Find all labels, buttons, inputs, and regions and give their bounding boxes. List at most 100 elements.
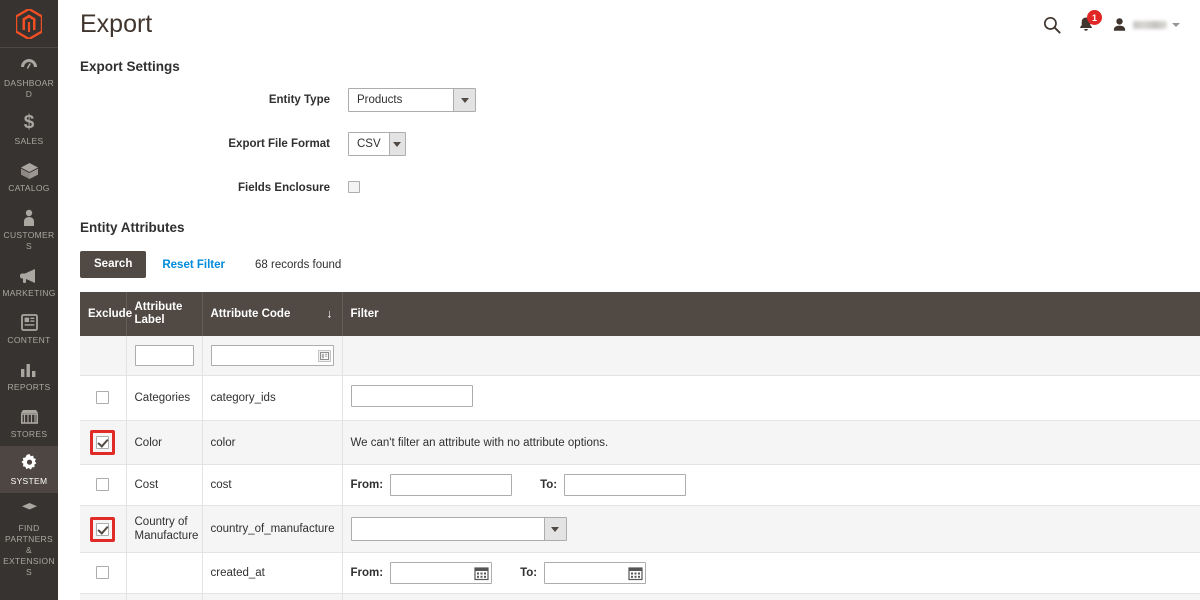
field-fields-enclosure: Fields Enclosure <box>80 176 1180 200</box>
fields-enclosure-checkbox[interactable] <box>348 181 360 193</box>
box-icon <box>2 159 56 181</box>
attribute-label-cell: Categories <box>126 375 203 421</box>
bar-chart-icon <box>2 358 56 380</box>
exclude-cell <box>80 552 127 594</box>
person-icon <box>2 206 56 228</box>
exclude-checkbox-highlight <box>90 516 116 542</box>
exclude-checkbox[interactable] <box>96 522 110 536</box>
attribute-code-cell: created_at <box>202 552 343 594</box>
user-avatar-icon <box>1113 17 1126 31</box>
to-input[interactable] <box>564 474 687 496</box>
column-header-attribute-label[interactable]: Attribute Label <box>126 292 203 336</box>
exclude-cell <box>80 593 127 600</box>
page-content: Export Settings Entity Type Products Exp… <box>58 59 1200 600</box>
sidebar-item-label: DASHBOARD <box>3 78 55 99</box>
sidebar-item-label: STORES <box>10 429 48 439</box>
calendar-icon[interactable] <box>474 566 489 581</box>
sidebar-item-label: CONTENT <box>7 335 51 345</box>
table-row: Categories category_ids <box>80 375 1200 421</box>
sidebar-item-catalog[interactable]: CATALOG <box>0 153 58 200</box>
store-icon <box>2 405 56 427</box>
exclude-checkbox-highlight <box>90 430 116 455</box>
sidebar-item-label: CATALOG <box>8 183 50 193</box>
sidebar-item-label: CUSTOMERS <box>3 230 55 251</box>
user-name <box>1133 21 1167 29</box>
table-row: New Theme custom_design -- Not Selected … <box>80 593 1200 600</box>
sort-ascending-icon: ↓ <box>326 306 333 321</box>
filter-cell: We can't filter an attribute with no att… <box>342 420 1200 465</box>
entity-attributes-title: Entity Attributes <box>80 220 185 235</box>
column-header-exclude[interactable]: Exclude <box>80 292 132 336</box>
user-menu[interactable] <box>1111 17 1180 34</box>
reset-filter-link[interactable]: Reset Filter <box>162 259 225 271</box>
sidebar-item-sales[interactable]: $ SALES <box>0 106 58 153</box>
attribute-label-cell: Color <box>126 420 203 465</box>
export-settings-form: Entity Type Products Export File Format … <box>80 88 1180 200</box>
calendar-icon[interactable] <box>628 566 643 581</box>
field-export-file-format: Export File Format CSV <box>80 132 1180 156</box>
sidebar-item-find-partners-extensions[interactable]: FIND PARTNERS & EXTENSIONS <box>0 493 58 584</box>
table-body: Categories category_ids Color color We c… <box>80 336 1200 600</box>
chevron-down-icon <box>1172 23 1180 27</box>
export-settings-title: Export Settings <box>80 59 180 74</box>
search-button[interactable]: Search <box>80 251 147 278</box>
attribute-label-cell: Cost <box>126 464 203 506</box>
extensions-icon <box>2 499 56 521</box>
page-title: Export <box>80 10 153 38</box>
attribute-code-cell: country_of_manufacture <box>202 505 343 553</box>
chevron-down-icon <box>388 133 405 155</box>
sidebar-item-stores[interactable]: STORES <box>0 399 58 446</box>
sidebar-item-dashboard[interactable]: DASHBOARD <box>0 48 58 106</box>
search-icon[interactable] <box>1043 16 1061 34</box>
megaphone-icon <box>2 264 56 286</box>
attribute-code-cell: cost <box>202 464 343 506</box>
sidebar-item-label: REPORTS <box>7 382 51 392</box>
exclude-checkbox[interactable] <box>96 391 110 405</box>
table-row: Country of Manufacture country_of_manufa… <box>80 505 1200 553</box>
notifications-button[interactable]: 1 <box>1077 10 1102 34</box>
field-entity-type: Entity Type Products <box>80 88 1180 112</box>
grid-actions: Search Reset Filter 68 records found <box>80 251 1180 278</box>
fields-enclosure-label: Fields Enclosure <box>237 182 330 194</box>
exclude-cell <box>80 420 127 465</box>
sidebar-item-reports[interactable]: REPORTS <box>0 352 58 399</box>
filter-cell: From: To: <box>342 552 1200 594</box>
magento-logo[interactable] <box>0 0 58 48</box>
table-row: Cost cost From: To: <box>80 464 1200 506</box>
chevron-down-icon <box>453 89 475 111</box>
sidebar-item-label: SALES <box>14 136 44 146</box>
sidebar-item-system[interactable]: SYSTEM <box>0 446 58 493</box>
attribute-code-filter-input[interactable] <box>210 345 334 366</box>
suggest-icon[interactable] <box>317 349 331 362</box>
attributes-grid: Exclude Attribute Label Attribute Code ↓… <box>80 292 1200 600</box>
attribute-label-cell <box>126 552 203 594</box>
attributes-table: Exclude Attribute Label Attribute Code ↓… <box>80 292 1200 600</box>
attribute-label-filter-input[interactable] <box>134 345 194 366</box>
admin-page: DASHBOARD $ SALES CATALOG CUSTOMERS MARK… <box>0 0 1200 600</box>
country-filter-select[interactable] <box>350 517 567 541</box>
filter-cell: -- Not Selected -- <box>342 593 1200 600</box>
sidebar-item-customers[interactable]: CUSTOMERS <box>0 200 58 258</box>
number-range-filter: From: To: <box>351 474 1200 496</box>
date-range-filter: From: To: <box>351 562 1200 584</box>
column-header-attribute-code-text: Attribute Code <box>210 307 291 320</box>
text-filter-input[interactable] <box>350 385 473 407</box>
export-file-format-value: CSV <box>357 138 381 150</box>
export-file-format-select[interactable]: CSV <box>348 132 406 156</box>
table-row: created_at From: To: <box>80 552 1200 594</box>
sidebar-item-marketing[interactable]: MARKETING <box>0 258 58 305</box>
exclude-checkbox[interactable] <box>96 436 110 449</box>
filter-cell-attribute-label <box>126 336 203 376</box>
to-label: To: <box>540 479 558 491</box>
table-filter-row <box>80 336 1200 376</box>
filter-message: We can't filter an attribute with no att… <box>350 436 609 449</box>
admin-sidebar: DASHBOARD $ SALES CATALOG CUSTOMERS MARK… <box>0 0 58 600</box>
exclude-checkbox[interactable] <box>96 566 110 580</box>
column-header-filter[interactable]: Filter <box>342 292 1200 336</box>
column-header-attribute-code[interactable]: Attribute Code ↓ <box>202 292 343 336</box>
sidebar-item-content[interactable]: CONTENT <box>0 305 58 352</box>
magento-logo-icon <box>16 8 42 39</box>
entity-type-select[interactable]: Products <box>348 88 476 112</box>
exclude-checkbox[interactable] <box>96 478 110 492</box>
from-input[interactable] <box>390 474 513 496</box>
